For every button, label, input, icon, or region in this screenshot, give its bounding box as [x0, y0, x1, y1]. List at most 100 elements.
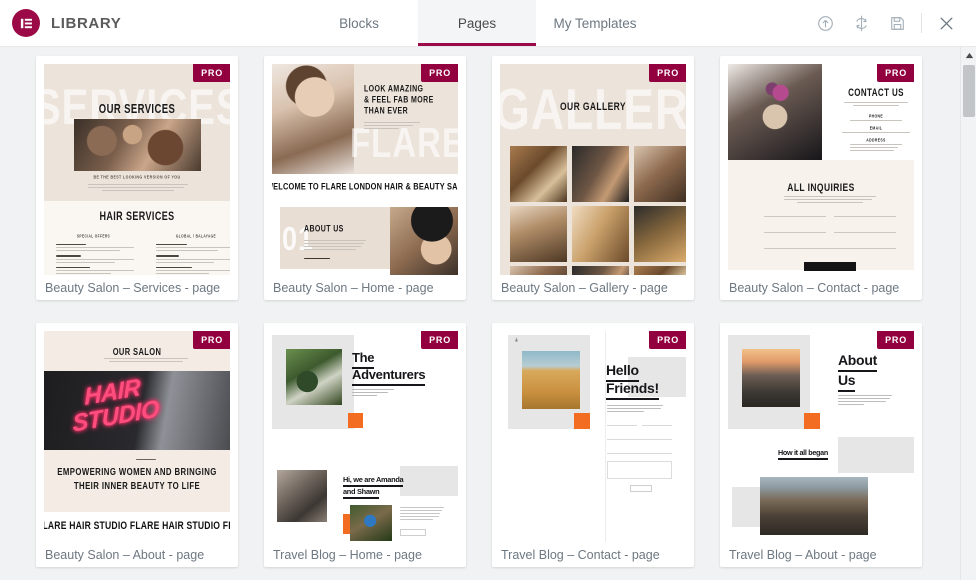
about-link [304, 258, 330, 261]
form-field-message[interactable] [764, 248, 896, 249]
template-thumbnail[interactable]: GALLERY OUR GALLERY PRO [500, 64, 686, 275]
close-library-button[interactable] [928, 0, 964, 46]
template-card[interactable]: ▲ Hello Friends! PRO Travel Blog – Conta… [492, 323, 694, 567]
template-card[interactable]: About Us How it all began PRO Travel Blo… [720, 323, 922, 567]
accent-square [804, 413, 820, 429]
gallery-photo [572, 266, 629, 275]
mini-preview-travel-home: The Adventurers Hi, we are Amanda and Sh… [272, 331, 458, 542]
template-thumbnail[interactable]: About Us How it all began PRO [728, 331, 914, 542]
hero-paragraph [352, 389, 394, 398]
pro-badge: PRO [421, 64, 458, 82]
section-heading: How it all began [778, 448, 828, 461]
page-title: LIBRARY [51, 14, 122, 32]
library-header: LIBRARY Blocks Pages My Templates [0, 0, 976, 47]
contact-value [850, 144, 902, 153]
form-submit-button[interactable] [804, 262, 856, 271]
header-divider [921, 13, 922, 33]
template-card[interactable]: The Adventurers Hi, we are Amanda and Sh… [264, 323, 466, 567]
hero-headline-line: Friends! [606, 380, 659, 400]
mini-preview-salon-about: OUR SALON HAIR STUDIO EMPOWERING WOMEN A… [44, 331, 230, 542]
hero-headline-line: Hello [606, 362, 639, 382]
accent-square [574, 413, 590, 429]
form-field-phone[interactable] [834, 232, 896, 233]
template-thumbnail[interactable]: FLARE LOOK AMAZING & FEEL FAB MORE THAN … [272, 64, 458, 275]
template-thumbnail[interactable]: CONTACT US PHONE EMAIL ADDRESS ALL INQUI… [728, 64, 914, 275]
tab-pages[interactable]: Pages [418, 0, 536, 46]
gallery-photo [510, 266, 567, 275]
gallery-photo [634, 206, 686, 262]
templates-grid: SERVICES OUR SERVICES BE THE BEST LOOKIN… [0, 47, 940, 567]
tab-my-templates[interactable]: My Templates [536, 0, 654, 46]
section-button[interactable] [400, 529, 426, 536]
divider [136, 459, 156, 462]
elementor-logo-glyph [20, 18, 32, 28]
contact-label: ADDRESS [866, 137, 886, 143]
hero-headline-line: The [352, 350, 375, 369]
gallery-photo [634, 266, 686, 275]
hero-paragraph [607, 405, 663, 414]
header-actions [807, 0, 976, 46]
about-tagline-line: EMPOWERING WOMEN AND BRINGING [57, 465, 217, 478]
template-caption: Beauty Salon – Home - page [273, 280, 434, 295]
hero-photo [286, 349, 342, 405]
inquiries-section [728, 160, 914, 270]
import-template-button[interactable] [807, 0, 843, 46]
contact-heading: CONTACT US [848, 86, 904, 99]
save-template-button[interactable] [879, 0, 915, 46]
header-spacer [654, 0, 807, 46]
template-thumbnail[interactable]: OUR SALON HAIR STUDIO EMPOWERING WOMEN A… [44, 331, 230, 542]
form-field-subject[interactable] [607, 453, 672, 454]
about-marquee: FLARE HAIR STUDIO FLARE HAIR STUDIO FLAR… [44, 518, 230, 532]
price-list-left [56, 244, 134, 275]
form-field-firstname[interactable] [764, 216, 826, 217]
about-paragraph [304, 240, 366, 252]
hero-photo [74, 119, 201, 171]
about-heading: ABOUT US [304, 224, 344, 235]
tab-blocks[interactable]: Blocks [300, 0, 418, 46]
template-card[interactable]: OUR SALON HAIR STUDIO EMPOWERING WOMEN A… [36, 323, 238, 567]
price-column-heading: GLOBAL / BALAYAGE [175, 233, 217, 239]
scrollbar-thumb[interactable] [963, 65, 975, 117]
contact-photo [728, 64, 822, 160]
template-thumbnail[interactable]: SERVICES OUR SERVICES BE THE BEST LOOKIN… [44, 64, 230, 275]
template-thumbnail[interactable]: The Adventurers Hi, we are Amanda and Sh… [272, 331, 458, 542]
templates-scroll-area[interactable]: SERVICES OUR SERVICES BE THE BEST LOOKIN… [0, 47, 976, 580]
pro-badge: PRO [649, 64, 686, 82]
form-field-message[interactable] [607, 461, 672, 479]
gallery-photo [510, 146, 567, 202]
template-caption: Travel Blog – Home - page [273, 547, 422, 562]
hero-photo [272, 64, 354, 174]
form-field-email[interactable] [764, 232, 826, 233]
hero-headline-line: Us [838, 372, 856, 392]
template-caption: Travel Blog – About - page [729, 547, 877, 562]
welcome-banner: WELCOME TO FLARE LONDON HAIR & BEAUTY SA… [272, 180, 458, 193]
hero-headline-line: & FEEL FAB MORE [364, 95, 434, 106]
contact-label: EMAIL [869, 125, 883, 131]
template-card[interactable]: CONTACT US PHONE EMAIL ADDRESS ALL INQUI… [720, 56, 922, 300]
about-photo [390, 207, 458, 275]
template-card[interactable]: SERVICES OUR SERVICES BE THE BEST LOOKIN… [36, 56, 238, 300]
pro-badge: PRO [877, 331, 914, 349]
scroll-up-button[interactable] [961, 47, 976, 63]
template-card[interactable]: FLARE LOOK AMAZING & FEEL FAB MORE THAN … [264, 56, 466, 300]
pro-badge: PRO [193, 331, 230, 349]
template-card[interactable]: GALLERY OUR GALLERY PRO Beauty [492, 56, 694, 300]
gallery-photo [634, 146, 686, 202]
form-field-firstname[interactable] [607, 425, 637, 426]
form-field-lastname[interactable] [834, 216, 896, 217]
section-photo [277, 470, 327, 522]
vertical-scrollbar[interactable] [960, 47, 976, 580]
section-headline-line: and Shawn [343, 487, 380, 500]
triangle-up-icon [965, 52, 973, 58]
form-field-lastname[interactable] [642, 425, 672, 426]
contact-paragraph [844, 102, 908, 108]
section-headline-line: Hi, we are Amanda [343, 475, 404, 488]
form-field-email[interactable] [607, 439, 672, 440]
form-submit-button[interactable] [630, 485, 652, 492]
sync-library-button[interactable] [843, 0, 879, 46]
gallery-photo [510, 206, 567, 262]
template-thumbnail[interactable]: ▲ Hello Friends! PRO [500, 331, 686, 542]
hero-heading: OUR SERVICES [98, 102, 176, 117]
price-column-heading: SPECIAL OFFERS [76, 233, 111, 239]
hero-paragraph [838, 395, 892, 407]
